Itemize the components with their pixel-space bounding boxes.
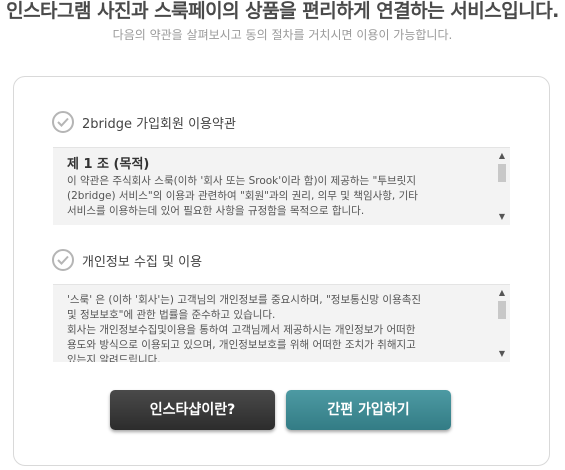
arrow-down-icon[interactable]: ▼: [496, 211, 508, 223]
scroll-thumb[interactable]: [498, 164, 506, 182]
terms-content: 제 1 조 (목적) 이 약관은 주식회사 스룩(이하 '회사 또는 Srook…: [67, 156, 492, 219]
privacy-section-label: 개인정보 수집 및 이용: [82, 254, 203, 270]
privacy-line: 회사는 개인정보수집및이용을 통하여 고객님께서 제공하시는 개인정보가 어떠한: [67, 324, 416, 336]
quick-signup-button[interactable]: 간편 가입하기: [286, 390, 451, 430]
page-subtitle: 다음의 약관을 살펴보시고 동의 절차를 거치시면 이용이 가능합니다.: [112, 28, 453, 42]
terms-line: 이 약관은 주식회사 스룩(이하 '회사 또는 Srook'이라 함)이 제공하…: [67, 175, 416, 187]
privacy-line: 및 정보보호"에 관한 법률을 준수하고 있습니다.: [67, 309, 276, 321]
terms-scroll-box[interactable]: 제 1 조 (목적) 이 약관은 주식회사 스룩(이하 '회사 또는 Srook…: [53, 147, 510, 225]
terms-line: 서비스를 이용하는데 있어 필요한 사항을 규정함을 목적으로 합니다.: [67, 205, 365, 217]
scroll-thumb[interactable]: [498, 301, 506, 319]
privacy-scroll-box[interactable]: '스룩' 은 (이하 '회사'는) 고객님의 개인정보를 중요시하며, "정보통…: [53, 284, 510, 362]
terms-line: (2bridge) 서비스"의 이용과 관련하여 "회원"과의 권리, 의무 및…: [67, 190, 418, 202]
arrow-up-icon[interactable]: ▲: [496, 150, 508, 162]
terms-section-label: 2bridge 가입회원 이용약관: [82, 116, 236, 132]
terms-agree-toggle[interactable]: 2bridge 가입회원 이용약관: [52, 111, 236, 133]
page-headline: 인스타그램 사진과 스룩페이의 상품을 편리하게 연결하는 서비스입니다.: [6, 0, 559, 22]
check-circle-icon[interactable]: [52, 249, 74, 271]
terms-card: [13, 76, 550, 466]
about-instashop-button[interactable]: 인스타샵이란?: [110, 390, 275, 430]
privacy-line: 있는지 알려드립니다.: [67, 354, 161, 362]
terms-scrollbar[interactable]: ▲ ▼: [496, 150, 508, 223]
privacy-line: '스룩' 은 (이하 '회사'는) 고객님의 개인정보를 중요시하며, "정보통…: [67, 294, 422, 306]
privacy-scrollbar[interactable]: ▲ ▼: [496, 287, 508, 360]
check-circle-icon[interactable]: [52, 111, 74, 133]
privacy-line: 용도와 방식으로 이용되고 있으며, 개인정보보호를 위해 어떠한 조치가 취해…: [67, 339, 416, 351]
privacy-content: '스룩' 은 (이하 '회사'는) 고객님의 개인정보를 중요시하며, "정보통…: [67, 293, 492, 362]
privacy-agree-toggle[interactable]: 개인정보 수집 및 이용: [52, 249, 202, 271]
arrow-down-icon[interactable]: ▼: [496, 348, 508, 360]
terms-article-title: 제 1 조 (목적): [67, 157, 150, 172]
arrow-up-icon[interactable]: ▲: [496, 287, 508, 299]
